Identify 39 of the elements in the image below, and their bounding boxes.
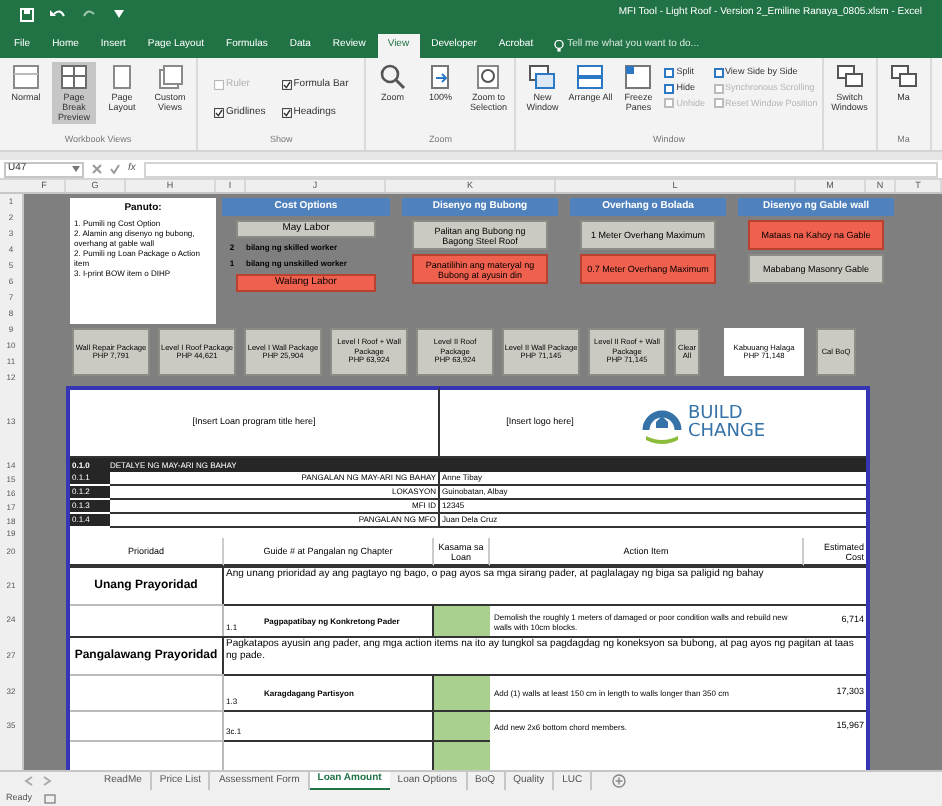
included-cell[interactable] [434,710,490,740]
freeze-panes-icon [624,64,653,90]
unhide-icon [664,98,675,109]
magnifier-icon [378,64,407,90]
save-icon [20,7,34,21]
scroll-left-icon [24,776,34,786]
redo-icon [82,8,98,20]
page-icon [108,64,136,90]
included-cell[interactable] [434,604,490,636]
macro-record-icon [44,793,57,803]
sync-scroll-icon [713,83,724,94]
hide-icon [664,83,675,94]
windows-icon [889,64,918,90]
dropdown-icon [72,166,80,172]
magnifier-page-icon [474,64,503,90]
checkbox[interactable] [281,80,292,91]
page-icon [12,64,40,90]
dropdown-icon [114,10,124,18]
split-icon [664,67,675,78]
stacked-pages-icon [156,64,184,90]
scroll-right-icon [42,776,52,786]
side-by-side-icon [713,67,724,78]
undo-icon [50,8,66,20]
windows-icon [835,64,864,90]
lightbulb-icon [553,40,564,52]
enter-icon [110,164,120,174]
windows-icon [528,64,557,90]
checkbox[interactable] [214,107,224,118]
grid-page-icon [60,64,88,90]
checkbox[interactable] [281,107,292,118]
stacked-windows-icon [576,64,605,90]
add-sheet-icon [612,774,627,788]
reset-window-icon [713,98,724,109]
included-cell[interactable] [434,674,490,710]
table-cell [434,740,490,770]
logo-text: BUILD [688,405,743,423]
logo-text: CHANGE [688,423,766,441]
formula-input[interactable] [143,161,938,177]
cancel-icon [92,164,102,174]
